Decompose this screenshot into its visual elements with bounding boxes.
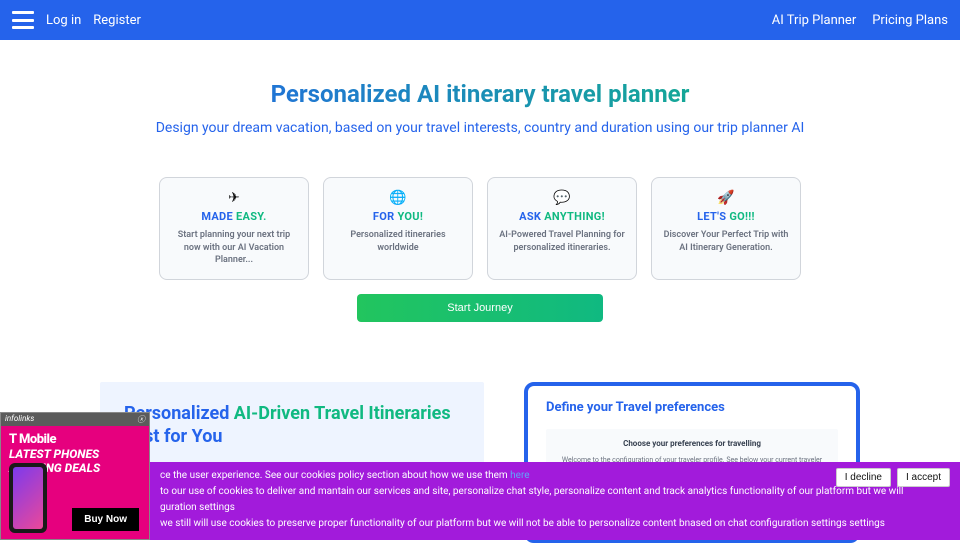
hero-title: Personalized AI itinerary travel planner bbox=[120, 80, 840, 108]
card-for-you: 🌐 FOR YOU! Personalized itineraries worl… bbox=[323, 177, 473, 280]
planner-link[interactable]: AI Trip Planner bbox=[772, 13, 856, 28]
card-title: ASK ANYTHING! bbox=[498, 210, 626, 223]
card-desc: Personalized itineraries worldwide bbox=[334, 229, 462, 254]
cookie-line4: we still will use cookies to preserve pr… bbox=[160, 516, 950, 532]
ad-header: infolinks ⓧ bbox=[1, 413, 149, 426]
plane-icon: ✈ bbox=[170, 190, 298, 206]
phone-icon bbox=[9, 463, 47, 533]
card-title: LET'S GO!!! bbox=[662, 210, 790, 223]
feature-cards: ✈ MADE EASY. Start planning your next tr… bbox=[0, 159, 960, 294]
hero-subtitle: Design your dream vacation, based on you… bbox=[120, 118, 840, 139]
close-icon[interactable]: ⓧ bbox=[137, 414, 145, 425]
cookie-here-link[interactable]: here bbox=[510, 470, 529, 481]
accept-button[interactable]: I accept bbox=[897, 468, 950, 487]
card-desc: Start planning your next trip now with o… bbox=[170, 229, 298, 267]
login-link[interactable]: Log in bbox=[46, 13, 81, 28]
ad-banner[interactable]: infolinks ⓧ T Mobile LATEST PHONES AMAZI… bbox=[0, 412, 150, 540]
ad-tag: infolinks bbox=[5, 414, 34, 425]
start-wrap: Start Journey bbox=[0, 294, 960, 322]
card-desc: Discover Your Perfect Trip with AI Itine… bbox=[662, 229, 790, 254]
register-link[interactable]: Register bbox=[93, 13, 141, 28]
pricing-link[interactable]: Pricing Plans bbox=[872, 13, 948, 28]
pref-title: Define your Travel preferences bbox=[546, 400, 838, 415]
hamburger-icon[interactable] bbox=[12, 11, 34, 29]
card-title: MADE EASY. bbox=[170, 210, 298, 223]
buy-now-button[interactable]: Buy Now bbox=[72, 508, 139, 531]
card-lets-go: 🚀 LET'S GO!!! Discover Your Perfect Trip… bbox=[651, 177, 801, 280]
card-ask-anything: 💬 ASK ANYTHING! AI-Powered Travel Planni… bbox=[487, 177, 637, 280]
ad-line1: LATEST PHONES bbox=[9, 447, 100, 461]
cookie-line2: to our use of cookies to deliver and man… bbox=[160, 484, 950, 500]
nav-left: Log in Register bbox=[12, 11, 141, 29]
start-journey-button[interactable]: Start Journey bbox=[357, 294, 602, 322]
cookie-line3: guration settings bbox=[160, 500, 950, 516]
pref-heading: Choose your preferences for travelling bbox=[556, 439, 828, 448]
cookie-banner: I decline I accept ce the user experienc… bbox=[150, 462, 960, 540]
card-desc: AI-Powered Travel Planning for personali… bbox=[498, 229, 626, 254]
decline-button[interactable]: I decline bbox=[836, 468, 891, 487]
rocket-icon: 🚀 bbox=[662, 190, 790, 206]
hero: Personalized AI itinerary travel planner… bbox=[0, 40, 960, 159]
cookie-buttons: I decline I accept bbox=[836, 468, 950, 487]
top-nav: Log in Register AI Trip Planner Pricing … bbox=[0, 0, 960, 40]
lower-title: Personalized AI-Driven Travel Itinerarie… bbox=[124, 402, 460, 449]
chat-icon: 💬 bbox=[498, 190, 626, 206]
globe-icon: 🌐 bbox=[334, 190, 462, 206]
nav-right: AI Trip Planner Pricing Plans bbox=[772, 13, 948, 28]
cookie-line1: ce the user experience. See our cookies … bbox=[160, 468, 950, 484]
ad-brand: T Mobile bbox=[9, 432, 100, 447]
card-made-easy: ✈ MADE EASY. Start planning your next tr… bbox=[159, 177, 309, 280]
card-title: FOR YOU! bbox=[334, 210, 462, 223]
